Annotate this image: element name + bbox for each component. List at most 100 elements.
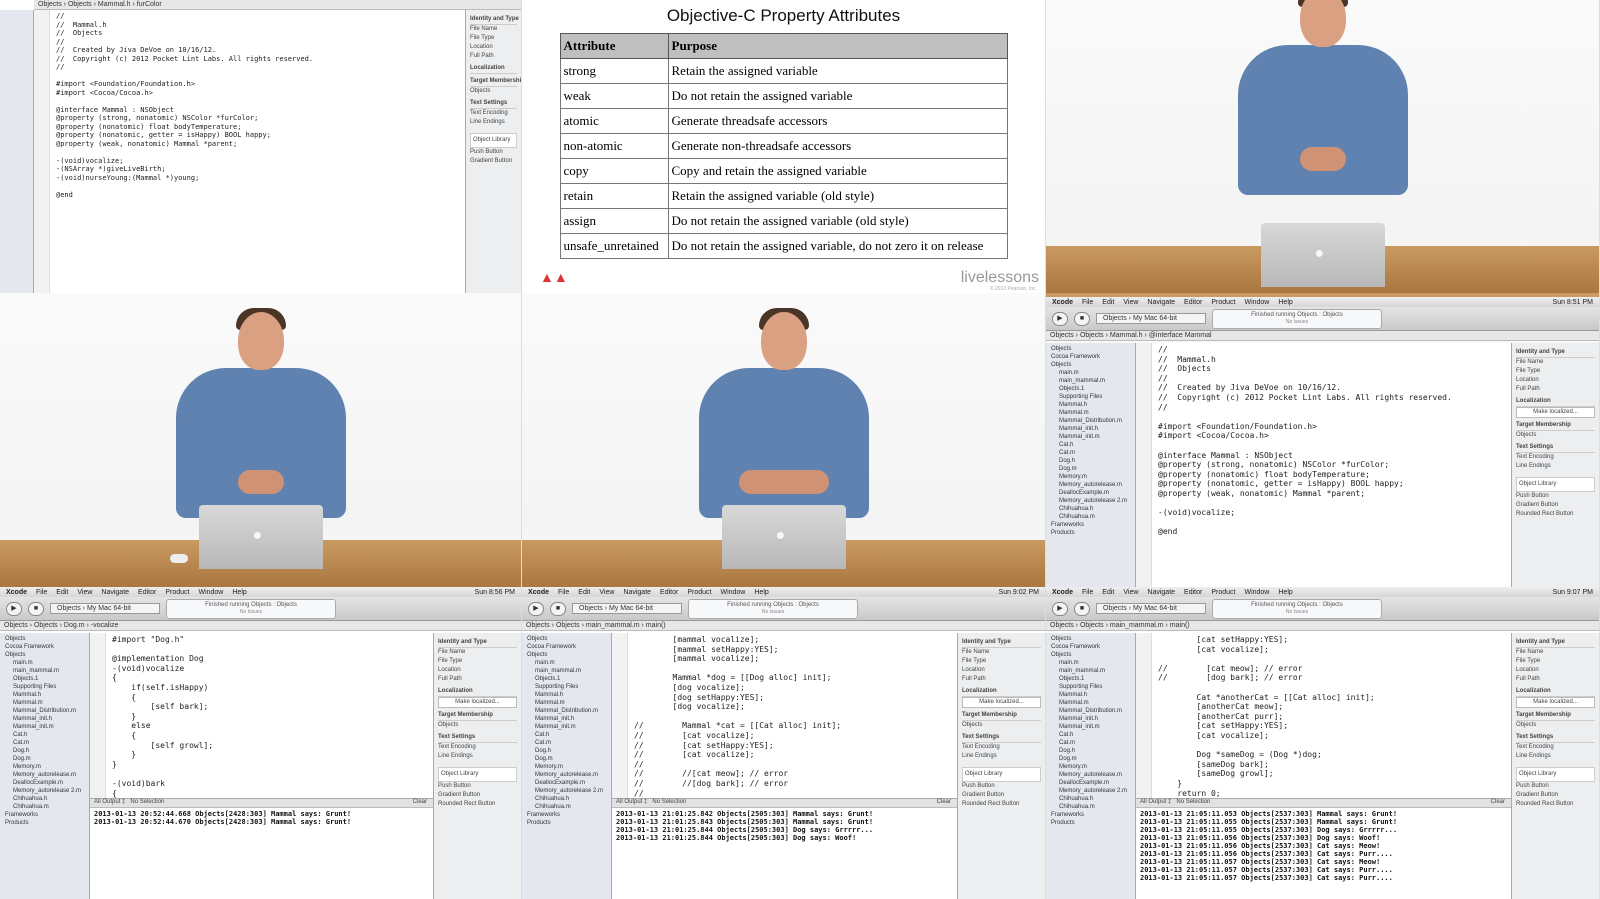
navigator-item[interactable]: Mammal_init.m bbox=[3, 723, 86, 731]
navigator-item[interactable]: Cocoa Framework bbox=[1049, 643, 1132, 651]
navigator-item[interactable]: Products bbox=[3, 819, 86, 827]
target-checkbox[interactable]: Objects bbox=[1516, 431, 1595, 440]
code-editor[interactable]: #import "Dog.h" @implementation Dog -(vo… bbox=[90, 633, 433, 899]
target-checkbox[interactable]: Objects bbox=[470, 87, 517, 96]
menu-item[interactable]: View bbox=[77, 589, 92, 596]
navigator-item[interactable]: Chihuahua.h bbox=[1049, 505, 1132, 513]
object-library[interactable]: Object Library bbox=[438, 767, 517, 782]
menu-item[interactable]: Editor bbox=[138, 589, 156, 596]
navigator-item[interactable]: Memory_autorelease.m bbox=[525, 771, 608, 779]
thumbnail-xcode-main-mammal-m-final[interactable]: Xcode File Edit View Navigate Editor Product Wi… bbox=[1046, 587, 1600, 899]
inspector-panel[interactable]: Identity and Type File Name File Type Lo… bbox=[1511, 343, 1599, 587]
source-code[interactable]: // // Mammal.h // Objects // // Created … bbox=[56, 12, 313, 199]
scheme-selector[interactable]: Objects › My Mac 64-bit bbox=[50, 603, 160, 614]
target-checkbox[interactable]: Objects bbox=[438, 721, 517, 730]
menu-item[interactable]: Navigate bbox=[1147, 589, 1175, 596]
navigator-item[interactable]: Dog.h bbox=[1049, 457, 1132, 465]
menu-item[interactable]: Help bbox=[232, 589, 246, 596]
output-filter[interactable]: All Output ‡ bbox=[1140, 799, 1171, 805]
navigator-item[interactable]: Frameworks bbox=[3, 811, 86, 819]
library-item-push-button[interactable]: Push Button bbox=[962, 782, 1041, 791]
menu-item[interactable]: Window bbox=[1244, 299, 1269, 306]
jump-bar[interactable]: Objects › Objects › Mammal.h › furColor bbox=[34, 0, 521, 10]
navigator-item[interactable]: Mammal.m bbox=[1049, 699, 1132, 707]
navigator-item[interactable]: DeallocExample.m bbox=[1049, 779, 1132, 787]
navigator-item[interactable]: Memory_autorelease.m bbox=[1049, 481, 1132, 489]
navigator-item[interactable]: Mammal.h bbox=[3, 691, 86, 699]
navigator-item[interactable]: Memory_autorelease.m bbox=[1049, 771, 1132, 779]
navigator-item[interactable]: Memory_autorelease 2.m bbox=[1049, 787, 1132, 795]
navigator-item[interactable]: Mammal_init.m bbox=[1049, 433, 1132, 441]
debug-console[interactable]: All Output ‡ No Selection Clear 2013-01-… bbox=[90, 797, 433, 899]
library-item-push-button[interactable]: Push Button bbox=[1516, 492, 1595, 501]
run-button[interactable]: ▶ bbox=[1052, 311, 1068, 326]
menu-item[interactable]: Editor bbox=[1184, 589, 1202, 596]
navigator-item[interactable]: Mammal_init.h bbox=[1049, 425, 1132, 433]
library-item-rounded-button[interactable]: Rounded Rect Button bbox=[1516, 510, 1595, 519]
navigator-item[interactable]: Supporting Files bbox=[1049, 393, 1132, 401]
breadcrumb[interactable]: Objects › Objects › main_mammal.m › main… bbox=[1050, 622, 1190, 629]
navigator-item[interactable]: Frameworks bbox=[525, 811, 608, 819]
thumbnail-xcode-mammal-header[interactable]: Objects › Objects › Mammal.h › furColor … bbox=[0, 0, 522, 293]
library-item-rounded-button[interactable]: Rounded Rect Button bbox=[1516, 800, 1595, 809]
navigator-item[interactable]: main_mammal.m bbox=[3, 667, 86, 675]
navigator-item[interactable]: Objects.1 bbox=[1049, 385, 1132, 393]
navigator-item[interactable]: Memory.m bbox=[1049, 473, 1132, 481]
navigator-item[interactable]: Frameworks bbox=[1049, 811, 1132, 819]
stop-button[interactable]: ■ bbox=[1074, 601, 1090, 616]
navigator-item[interactable]: Cocoa Framework bbox=[525, 643, 608, 651]
run-button[interactable]: ▶ bbox=[6, 601, 22, 616]
menu-item[interactable]: View bbox=[1123, 589, 1138, 596]
navigator-item[interactable]: Cat.m bbox=[3, 739, 86, 747]
navigator-item[interactable]: Chihuahua.h bbox=[1049, 795, 1132, 803]
navigator-item[interactable]: main_mammal.m bbox=[525, 667, 608, 675]
navigator-item[interactable]: Objects bbox=[3, 635, 86, 643]
menu-item[interactable]: Xcode bbox=[1052, 299, 1073, 306]
project-navigator[interactable]: Objects Cocoa Framework Objects main.m main_… bbox=[522, 633, 612, 899]
scheme-selector[interactable]: Objects › My Mac 64-bit bbox=[1096, 603, 1206, 614]
navigator-item[interactable]: Mammal.m bbox=[1049, 409, 1132, 417]
thumbnail-presenter-video[interactable]: ● bbox=[522, 293, 1046, 587]
thumbnail-xcode-main-mammal-m[interactable]: Xcode File Edit View Navigate Editor Product Wi… bbox=[522, 587, 1046, 899]
stop-button[interactable]: ■ bbox=[550, 601, 566, 616]
library-item-rounded-button[interactable]: Rounded Rect Button bbox=[438, 800, 517, 809]
jump-bar[interactable]: Objects › Objects › main_mammal.m › main… bbox=[522, 621, 1045, 631]
navigator-item[interactable]: Cocoa Framework bbox=[3, 643, 86, 651]
navigator-item[interactable]: main.m bbox=[525, 659, 608, 667]
navigator-item[interactable]: Objects bbox=[1049, 345, 1132, 353]
library-item-rounded-button[interactable]: Rounded Rect Button bbox=[962, 800, 1041, 809]
menu-item[interactable]: Xcode bbox=[528, 589, 549, 596]
navigator-item[interactable]: main_mammal.m bbox=[1049, 667, 1132, 675]
object-library[interactable]: Object Library bbox=[470, 133, 517, 148]
navigator-item[interactable]: Cat.m bbox=[1049, 449, 1132, 457]
navigator-item[interactable]: Mammal.h bbox=[525, 691, 608, 699]
source-code[interactable]: [cat setHappy:YES]; [cat vocalize]; // [… bbox=[1158, 635, 1375, 798]
target-checkbox[interactable]: Objects bbox=[962, 721, 1041, 730]
menu-item[interactable]: Edit bbox=[1102, 589, 1114, 596]
menu-item[interactable]: File bbox=[1082, 299, 1093, 306]
menu-item[interactable]: Help bbox=[1278, 299, 1292, 306]
navigator-item[interactable]: Mammal_init.h bbox=[525, 715, 608, 723]
navigator-item[interactable]: Cat.m bbox=[525, 739, 608, 747]
navigator-item[interactable]: Chihuahua.m bbox=[1049, 513, 1132, 521]
breadcrumb[interactable]: Objects › Objects › Dog.m › -vocalize bbox=[4, 622, 118, 629]
navigator-item[interactable]: Memory_autorelease.m bbox=[3, 771, 86, 779]
project-navigator[interactable]: Objects Cocoa Framework Objects main.m main_… bbox=[1046, 343, 1136, 587]
jump-bar[interactable]: Objects › Objects › main_mammal.m › main… bbox=[1046, 621, 1599, 631]
inspector-panel[interactable]: Identity and Type File Name File Type Lo… bbox=[433, 633, 521, 899]
navigator-item[interactable]: main.m bbox=[1049, 369, 1132, 377]
code-editor[interactable]: [mammal vocalize]; [mammal setHappy:YES]… bbox=[612, 633, 957, 899]
thumbnail-slide-property-attributes[interactable]: Objective-C Property Attributes Attribut… bbox=[522, 0, 1046, 293]
scheme-selector[interactable]: Objects › My Mac 64-bit bbox=[572, 603, 682, 614]
navigator-item[interactable]: Cat.h bbox=[1049, 441, 1132, 449]
navigator-item[interactable]: Chihuahua.h bbox=[3, 795, 86, 803]
menu-item[interactable]: Help bbox=[754, 589, 768, 596]
navigator-item[interactable]: Frameworks bbox=[1049, 521, 1132, 529]
navigator-item[interactable]: Objects bbox=[1049, 361, 1132, 369]
menu-item[interactable]: File bbox=[558, 589, 569, 596]
menu-item[interactable]: File bbox=[36, 589, 47, 596]
navigator-item[interactable]: Mammal_init.h bbox=[1049, 715, 1132, 723]
stop-button[interactable]: ■ bbox=[1074, 311, 1090, 326]
navigator-item[interactable]: Memory.m bbox=[3, 763, 86, 771]
navigator-item[interactable]: Cat.h bbox=[3, 731, 86, 739]
